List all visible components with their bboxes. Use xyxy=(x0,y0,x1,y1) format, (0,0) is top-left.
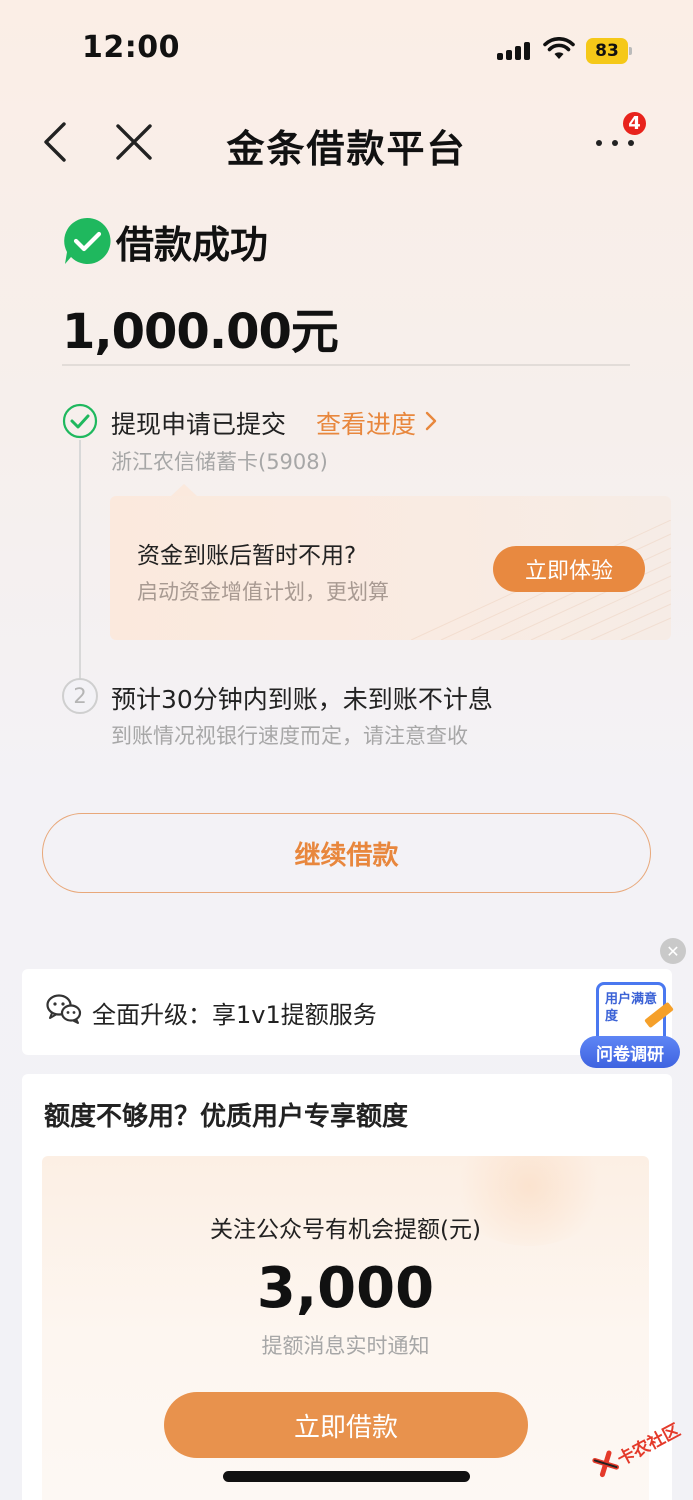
service-banner-text: 全面升级：享1v1提额服务 xyxy=(92,1001,377,1029)
result-title: 借款成功 xyxy=(116,223,269,267)
battery-icon: 83 xyxy=(586,38,632,64)
survey-label[interactable]: 问卷调研 xyxy=(580,1036,680,1068)
try-now-button[interactable]: 立即体验 xyxy=(493,546,645,592)
wechat-icon xyxy=(46,994,82,1024)
notification-badge: 4 xyxy=(621,110,648,137)
divider xyxy=(62,364,630,366)
quota-card: 额度不够用？优质用户专享额度 关注公众号有机会提额(元) 3,000 提额消息实… xyxy=(22,1074,672,1500)
investment-promo-card[interactable]: 资金到账后暂时不用? 启动资金增值计划，更划算 立即体验 xyxy=(110,496,671,640)
step-2-number: 2 xyxy=(62,678,98,714)
step-complete-icon xyxy=(62,403,98,439)
loan-amount: 1,000.00元 xyxy=(62,304,339,360)
quota-offer-panel: 关注公众号有机会提额(元) 3,000 提额消息实时通知 立即借款 xyxy=(42,1156,649,1500)
chevron-right-icon[interactable] xyxy=(424,410,438,432)
cellular-signal-icon xyxy=(497,40,533,60)
quota-note: 提额消息实时通知 xyxy=(261,1334,430,1358)
step-1-title: 提现申请已提交 xyxy=(111,410,287,439)
promo-subtitle: 启动资金增值计划，更划算 xyxy=(137,580,389,604)
continue-borrowing-button[interactable]: 继续借款 xyxy=(42,813,651,893)
watermark-text: 卡农社区 xyxy=(614,1420,684,1471)
service-banner[interactable]: 全面升级：享1v1提额服务 xyxy=(22,969,672,1055)
quota-amount: 3,000 xyxy=(256,1256,435,1321)
quota-label: 关注公众号有机会提额(元) xyxy=(210,1217,481,1243)
step-2-title: 预计30分钟内到账，未到账不计息 xyxy=(111,685,493,714)
success-check-icon xyxy=(64,217,111,264)
promo-title: 资金到账后暂时不用? xyxy=(137,543,357,569)
wifi-icon xyxy=(543,37,575,59)
step-1-subtitle: 浙江农信储蓄卡(5908) xyxy=(111,450,328,474)
view-progress-link[interactable]: 查看进度 xyxy=(316,405,416,441)
battery-level: 83 xyxy=(586,38,628,64)
step-2-subtitle: 到账情况视银行速度而定，请注意查收 xyxy=(111,724,468,748)
survey-sticker[interactable]: 用户满意度 问卷调研 xyxy=(580,982,680,1070)
quota-card-title: 额度不够用？优质用户专享额度 xyxy=(44,1102,409,1132)
page-title: 金条借款平台 xyxy=(226,127,467,171)
progress-timeline xyxy=(79,440,81,680)
home-indicator[interactable] xyxy=(223,1471,470,1482)
borrow-now-button[interactable]: 立即借款 xyxy=(164,1392,528,1458)
status-time: 12:00 xyxy=(82,30,180,65)
close-survey-icon[interactable]: ✕ xyxy=(660,938,686,964)
